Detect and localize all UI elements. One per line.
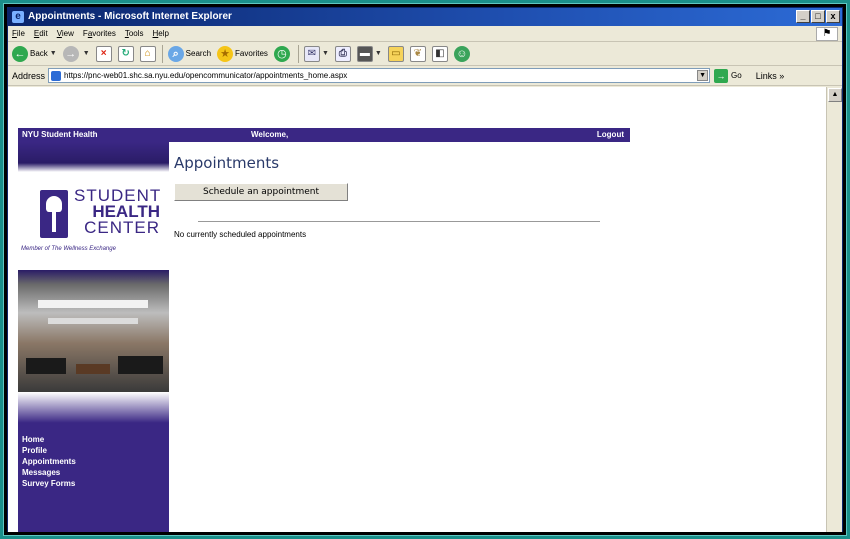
search-button[interactable]: ⌕ Search <box>167 45 212 62</box>
vertical-scrollbar[interactable]: ▲ <box>826 87 842 532</box>
links-button[interactable]: Links » <box>756 71 785 81</box>
folder-icon: ▭ <box>387 45 404 62</box>
edit-icon: ▬ <box>356 45 373 62</box>
logo-line-center: CENTER <box>84 218 160 237</box>
back-label: Back <box>30 49 48 58</box>
folder-button[interactable]: ▭ <box>387 45 404 62</box>
torch-icon <box>40 190 68 238</box>
nav-home[interactable]: Home <box>22 434 76 445</box>
menu-file[interactable]: File <box>12 29 25 38</box>
address-dropdown-icon[interactable]: ▼ <box>697 70 709 81</box>
sidebar: STUDENT HEALTH CENTER Member of The Well… <box>18 142 169 532</box>
print-button[interactable]: ⎙ <box>334 45 351 62</box>
edit-button[interactable]: ▬ ▼ <box>356 45 382 62</box>
forward-button[interactable]: → ▼ <box>62 45 90 62</box>
search-icon: ⌕ <box>167 45 184 62</box>
window-controls: _ □ x <box>796 10 840 23</box>
logo-text: STUDENT HEALTH CENTER <box>74 187 160 237</box>
history-button[interactable]: ◷ <box>273 45 292 62</box>
refresh-button[interactable]: ↻ <box>117 45 134 62</box>
nav-messages[interactable]: Messages <box>22 467 76 478</box>
history-icon: ◷ <box>273 45 290 62</box>
ie-icon: e <box>12 11 24 23</box>
address-input[interactable]: https://pnc-web01.shc.sa.nyu.edu/opencom… <box>48 68 711 83</box>
favorites-label: Favorites <box>235 49 268 58</box>
page-viewport: NYU Student Health Welcome, Logout STUDE… <box>8 87 828 532</box>
empty-appointments-message: No currently scheduled appointments <box>174 230 307 239</box>
back-button[interactable]: ← Back ▼ <box>12 45 57 62</box>
chevron-down-icon: ▼ <box>82 50 90 57</box>
address-label: Address <box>12 70 46 81</box>
minimize-button[interactable]: _ <box>796 10 810 23</box>
toolbar-separator <box>297 44 299 63</box>
print-icon: ⎙ <box>334 45 351 62</box>
address-url: https://pnc-web01.shc.sa.nyu.edu/opencom… <box>64 71 348 80</box>
site-brand: NYU Student Health <box>22 130 98 139</box>
nav-profile[interactable]: Profile <box>22 445 76 456</box>
browser-window: e Appointments - Microsoft Internet Expl… <box>7 7 843 532</box>
menu-favorites[interactable]: Favorites <box>83 29 116 38</box>
menu-help[interactable]: Help <box>153 29 169 38</box>
search-label: Search <box>185 49 212 58</box>
site-header: NYU Student Health Welcome, Logout <box>18 128 630 142</box>
page-icon <box>51 70 62 81</box>
schedule-appointment-button[interactable]: Schedule an appointment <box>174 183 348 201</box>
stop-icon: × <box>95 45 112 62</box>
forward-arrow-icon: → <box>62 45 79 62</box>
title-bar: e Appointments - Microsoft Internet Expl… <box>8 8 842 26</box>
menu-view[interactable]: View <box>57 29 74 38</box>
research-icon: ❦ <box>409 45 426 62</box>
student-health-logo: STUDENT HEALTH CENTER Member of The Well… <box>18 182 169 262</box>
window-title: Appointments - Microsoft Internet Explor… <box>28 11 232 22</box>
logo-tagline: Member of The Wellness Exchange <box>21 246 116 252</box>
menu-tools[interactable]: Tools <box>125 29 144 38</box>
messenger-button[interactable]: ☺ <box>453 45 472 62</box>
mail-icon: ✉ <box>303 45 320 62</box>
divider <box>198 221 600 222</box>
close-button[interactable]: x <box>826 10 840 23</box>
welcome-text: Welcome, <box>251 130 289 139</box>
messenger-icon: ☺ <box>453 45 470 62</box>
nav-appointments[interactable]: Appointments <box>22 456 76 467</box>
page-title: Appointments <box>174 154 280 172</box>
star-icon: ★ <box>217 45 234 62</box>
sidebar-nav: Home Profile Appointments Messages Surve… <box>22 434 76 489</box>
messenger-window-button[interactable]: ◧ <box>431 45 448 62</box>
go-arrow-icon: → <box>714 68 729 83</box>
refresh-icon: ↻ <box>117 45 134 62</box>
sidebar-top-band <box>18 142 169 172</box>
scroll-up-icon[interactable]: ▲ <box>828 88 842 102</box>
favorites-button[interactable]: ★ Favorites <box>217 45 268 62</box>
toolbar-separator <box>161 44 163 63</box>
chevron-down-icon: ▼ <box>49 50 57 57</box>
mail-button[interactable]: ✉ ▼ <box>303 45 329 62</box>
windows-flag-icon: ⚑ <box>816 27 838 41</box>
research-button[interactable]: ❦ <box>409 45 426 62</box>
chevron-down-icon: ▼ <box>374 50 382 57</box>
go-label: Go <box>731 71 742 80</box>
toolbar: ← Back ▼ → ▼ × ↻ ⌂ ⌕ Search ★ Favorites … <box>8 42 842 66</box>
window-icon: ◧ <box>431 45 448 62</box>
home-icon: ⌂ <box>139 45 156 62</box>
back-arrow-icon: ← <box>12 45 28 62</box>
stop-button[interactable]: × <box>95 45 112 62</box>
home-button[interactable]: ⌂ <box>139 45 156 62</box>
maximize-button[interactable]: □ <box>811 10 825 23</box>
logout-link[interactable]: Logout <box>597 128 624 142</box>
go-button[interactable]: → Go <box>714 68 742 83</box>
lounge-photo <box>18 270 169 392</box>
chevron-down-icon: ▼ <box>321 50 329 57</box>
menu-bar: File Edit View Favorites Tools Help ⚑ <box>8 26 842 42</box>
menu-edit[interactable]: Edit <box>34 29 48 38</box>
nav-survey-forms[interactable]: Survey Forms <box>22 478 76 489</box>
address-bar: Address https://pnc-web01.shc.sa.nyu.edu… <box>8 66 842 86</box>
